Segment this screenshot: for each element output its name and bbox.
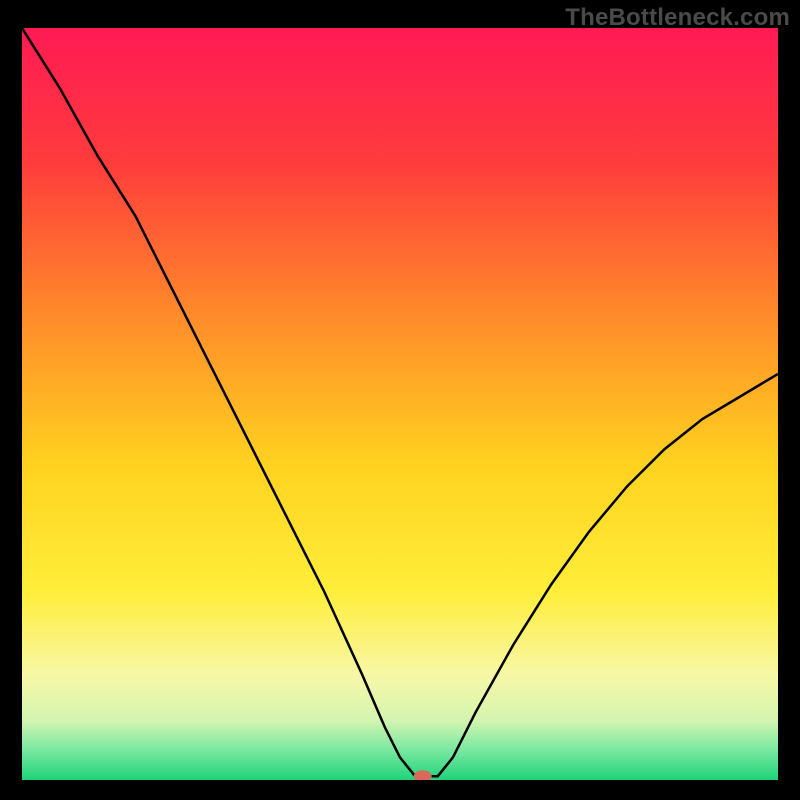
plot-area xyxy=(22,28,778,780)
gradient-background xyxy=(22,28,778,780)
bottleneck-chart-svg xyxy=(22,28,778,780)
watermark-text: TheBottleneck.com xyxy=(565,4,790,32)
chart-frame: TheBottleneck.com xyxy=(0,0,800,800)
